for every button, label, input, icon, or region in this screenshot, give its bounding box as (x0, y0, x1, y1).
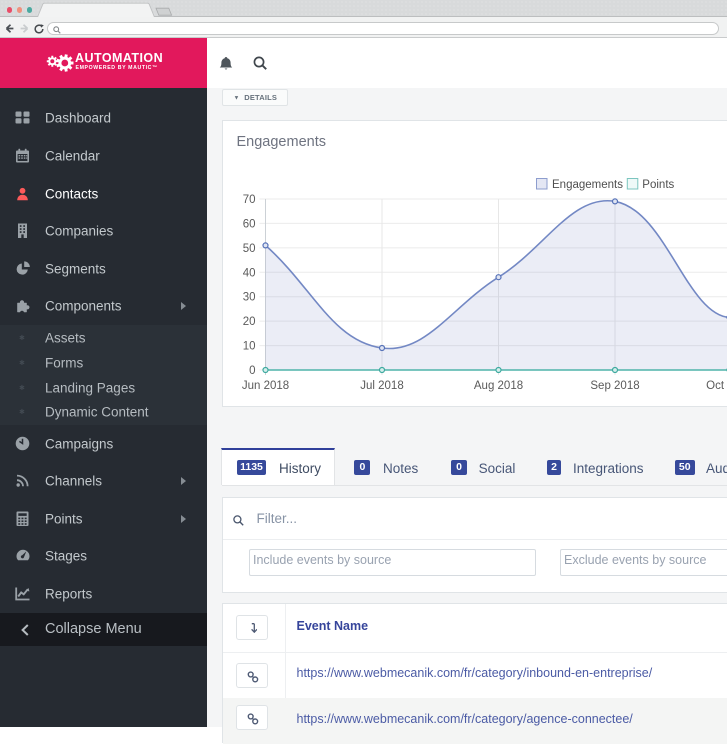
svg-text:40: 40 (242, 267, 255, 279)
svg-text:Oct 2018: Oct 2018 (706, 380, 727, 392)
svg-text:30: 30 (242, 291, 255, 303)
svg-text:50: 50 (242, 242, 255, 254)
svg-text:Aug 2018: Aug 2018 (473, 380, 522, 392)
svg-text:Engagements: Engagements (552, 179, 623, 191)
svg-text:Jun 2018: Jun 2018 (241, 380, 288, 392)
svg-text:Sep 2018: Sep 2018 (590, 380, 639, 392)
svg-text:20: 20 (242, 316, 255, 328)
svg-text:Points: Points (642, 179, 674, 191)
svg-text:10: 10 (242, 340, 255, 352)
svg-text:60: 60 (242, 218, 255, 230)
svg-text:70: 70 (242, 194, 255, 206)
svg-text:Jul 2018: Jul 2018 (360, 380, 403, 392)
svg-text:0: 0 (249, 365, 255, 377)
